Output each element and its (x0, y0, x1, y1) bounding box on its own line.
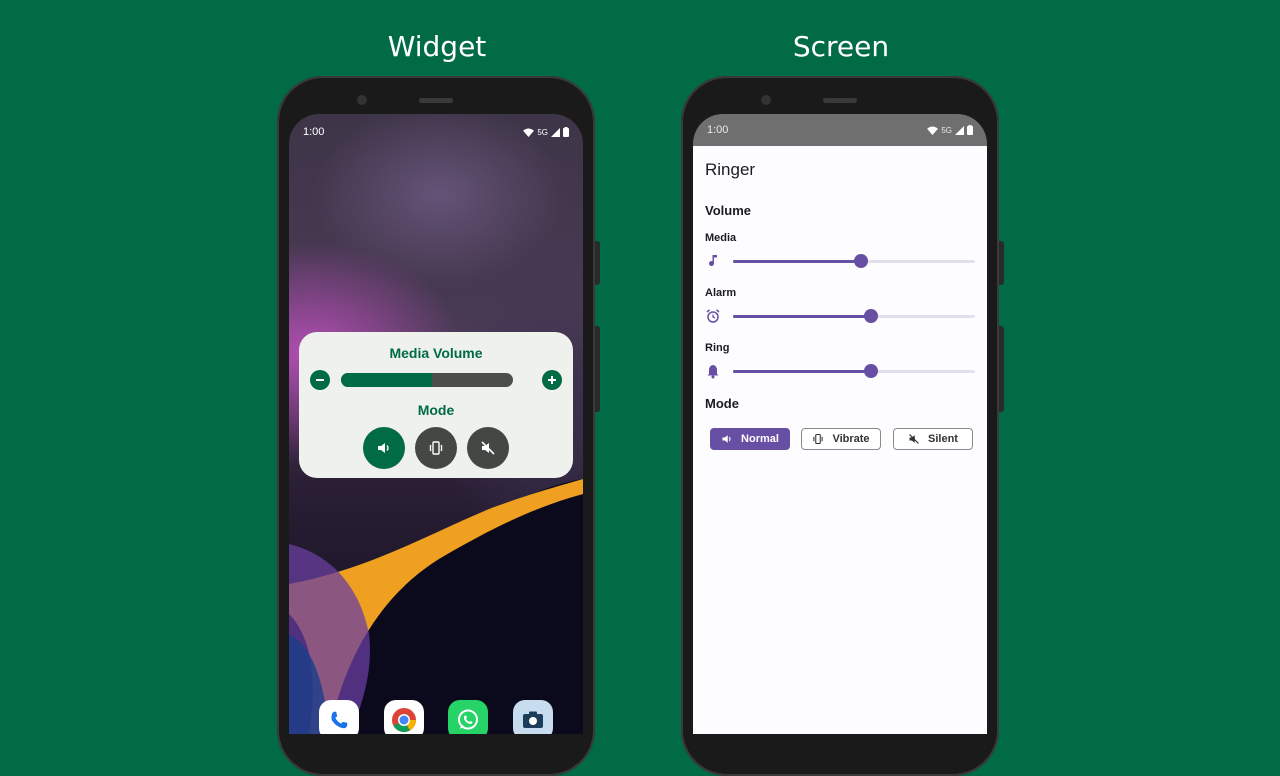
alarm-icon (706, 309, 720, 323)
page-title: Ringer (705, 160, 756, 179)
mode-chip-silent-label: Silent (928, 433, 958, 445)
earpiece (823, 98, 857, 103)
status-bar: 1:00 5G (693, 114, 987, 146)
signal-icon (955, 125, 964, 135)
speaker-icon (722, 435, 731, 443)
ring-slider-label: Ring (705, 342, 730, 354)
bell-icon (707, 365, 719, 379)
alarm-slider-fill (733, 315, 871, 318)
mute-icon (909, 434, 919, 444)
music-note-icon (709, 255, 717, 266)
volume-button (999, 326, 1004, 412)
ring-volume-slider[interactable] (733, 364, 975, 378)
status-time: 1:00 (303, 126, 325, 138)
screen-phone: 1:00 5G Ringer Volume Media Alarm Ring M… (681, 76, 1004, 776)
ringer-app-screen: 1:00 5G Ringer Volume Media Alarm Ring M… (693, 114, 987, 734)
speaker-icon (378, 443, 389, 453)
media-volume-bar[interactable] (341, 373, 513, 387)
alarm-slider-thumb[interactable] (863, 309, 878, 323)
widget-mode-title: Mode (417, 402, 455, 418)
media-slider-label: Media (705, 232, 737, 244)
media-volume-fill (341, 373, 433, 387)
front-camera (761, 95, 771, 105)
volume-section-title: Volume (705, 203, 751, 218)
vibrate-icon (813, 433, 824, 445)
plus-icon[interactable] (542, 370, 562, 390)
phone-app-icon[interactable] (319, 700, 360, 734)
sound-mode-button[interactable] (363, 427, 405, 469)
signal-icon (551, 127, 560, 137)
earpiece (419, 98, 453, 103)
network-type: 5G (537, 127, 548, 137)
front-camera (357, 95, 367, 105)
volume-button (595, 326, 600, 412)
whatsapp-app-icon[interactable] (448, 700, 489, 734)
battery-icon (563, 127, 569, 137)
network-type: 5G (941, 125, 952, 135)
widget-title: Media Volume (389, 345, 483, 361)
media-slider-thumb[interactable] (854, 254, 869, 268)
media-slider-fill (733, 260, 862, 263)
mode-chip-normal-label: Normal (741, 433, 779, 445)
alarm-volume-slider[interactable] (733, 309, 975, 323)
battery-icon (967, 125, 973, 135)
app-dock (289, 694, 583, 734)
media-volume-widget: Media Volume Mode (299, 332, 573, 478)
widget-caption: Widget (387, 30, 487, 63)
home-screen: 1:00 5G Media Volume Mode (289, 114, 583, 734)
mode-section-title: Mode (705, 396, 739, 411)
status-time: 1:00 (707, 124, 729, 136)
screen-caption: Screen (792, 30, 890, 63)
power-button (595, 241, 600, 285)
mode-chip-silent[interactable]: Silent (893, 428, 973, 450)
chrome-app-icon[interactable] (383, 700, 424, 734)
mode-chip-vibrate-label: Vibrate (832, 433, 870, 445)
mode-chip-vibrate[interactable]: Vibrate (801, 428, 881, 450)
alarm-slider-label: Alarm (705, 287, 737, 299)
power-button (999, 241, 1004, 285)
minus-icon[interactable] (310, 370, 330, 390)
vibrate-icon (429, 441, 443, 455)
status-bar: 1:00 5G (289, 124, 583, 140)
app-body: Ringer Volume Media Alarm Ring Mode Norm… (693, 146, 987, 734)
mute-icon (481, 441, 495, 455)
vibrate-mode-button[interactable] (415, 427, 457, 469)
camera-app-icon[interactable] (512, 700, 553, 734)
wifi-icon (523, 127, 535, 137)
media-volume-slider[interactable] (733, 254, 975, 268)
widget-phone: 1:00 5G Media Volume Mode (277, 76, 600, 776)
ring-slider-fill (733, 370, 871, 373)
silent-mode-button[interactable] (467, 427, 509, 469)
wifi-icon (927, 125, 939, 135)
mode-chip-normal[interactable]: Normal (710, 428, 790, 450)
ring-slider-thumb[interactable] (863, 364, 878, 378)
